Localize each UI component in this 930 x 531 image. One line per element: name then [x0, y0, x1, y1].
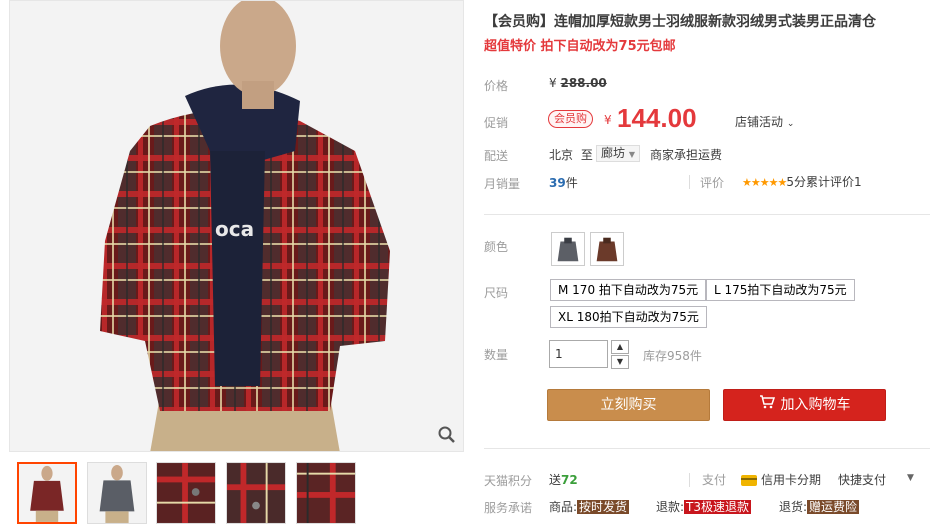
thumbnail-3[interactable]	[156, 462, 216, 524]
service-refund: 退货: 赠运费险	[779, 498, 860, 515]
quantity-input[interactable]: 1	[549, 340, 608, 368]
shipping-fee-note: 商家承担运费	[650, 148, 723, 162]
refund-tag[interactable]: 赠运费险	[807, 500, 860, 514]
return-tag[interactable]: T3极速退款	[684, 500, 752, 514]
promo-price: 144.00	[617, 103, 697, 133]
divider	[689, 473, 690, 487]
review-summary[interactable]: ★★★★★5分累计评价1	[742, 173, 862, 190]
destination-select[interactable]: 廊坊 ▼	[596, 145, 640, 162]
sales-label: 月销量	[484, 177, 521, 191]
price-label: 价格	[484, 79, 509, 93]
points-prefix: 送	[549, 473, 562, 487]
svg-text:oca: oca	[215, 217, 254, 241]
store-activity-label: 店铺活动	[735, 115, 784, 129]
color-label: 颜色	[484, 240, 509, 254]
stock-text: 库存958件	[643, 349, 702, 363]
credit-card-label: 信用卡分期	[761, 473, 822, 487]
size-label: 尺码	[484, 286, 509, 300]
payment-label: 支付	[702, 473, 727, 487]
member-badge: 会员购	[548, 110, 593, 128]
add-to-cart-button[interactable]: 加入购物车	[723, 389, 886, 421]
main-product-image[interactable]: oca	[9, 0, 464, 452]
currency-symbol: ¥	[549, 76, 557, 90]
credit-card-icon	[741, 475, 757, 486]
thumbnail-4[interactable]	[226, 462, 286, 524]
color-swatch-gray[interactable]	[551, 232, 585, 266]
shipping-label: 配送	[484, 149, 509, 163]
quantity-decrease-button[interactable]: ▼	[611, 355, 629, 369]
cart-icon	[759, 390, 775, 420]
credit-card-installment[interactable]: 信用卡分期	[741, 471, 821, 488]
separator	[484, 214, 930, 215]
refund-label: 退货:	[779, 500, 808, 514]
separator	[484, 448, 930, 449]
quantity-label: 数量	[484, 348, 509, 362]
caret-down-icon: ▼	[628, 150, 635, 159]
quick-pay[interactable]: 快捷支付	[838, 471, 886, 488]
goods-label: 商品:	[549, 500, 578, 514]
service-goods: 商品: 按时发货	[549, 498, 630, 515]
zoom-icon[interactable]	[437, 425, 457, 445]
buy-now-button[interactable]: 立刻购买	[547, 389, 710, 421]
rating-stars: ★★★★★	[742, 176, 787, 189]
chevron-down-icon: ⌄	[786, 119, 795, 129]
size-option-l[interactable]: L 175拍下自动改为75元	[706, 279, 855, 301]
shipping-to-word: 至	[580, 148, 593, 162]
shipping-from: 北京 至	[549, 146, 593, 163]
original-price-value: 288.00	[560, 76, 607, 90]
model-photo: oca	[10, 1, 463, 451]
points-info: 送72	[549, 471, 578, 488]
sales-count-unit: 件	[565, 176, 578, 190]
promo-currency: ¥	[604, 113, 612, 127]
sales-count-value: 39	[549, 176, 566, 190]
review-text: 5分累计评价1	[786, 175, 862, 189]
shipping-origin: 北京	[549, 148, 574, 162]
product-subtitle: 超值特价 拍下自动改为75元包邮	[484, 39, 676, 54]
divider	[689, 175, 690, 189]
service-label: 服务承诺	[484, 501, 533, 515]
thumbnail-2[interactable]	[87, 462, 147, 524]
size-option-xl[interactable]: XL 180拍下自动改为75元	[550, 306, 707, 328]
goods-tag[interactable]: 按时发货	[577, 500, 630, 514]
review-label: 评价	[700, 176, 725, 190]
original-price: ¥ 288.00	[549, 76, 607, 90]
product-title: 【会员购】连帽加厚短款男士羽绒服新款羽绒男式装男正品清仓	[484, 14, 876, 30]
points-label: 天猫积分	[484, 474, 533, 488]
store-activity-dropdown[interactable]: 店铺活动 ⌄	[735, 113, 794, 130]
promo-label: 促销	[484, 116, 509, 130]
add-to-cart-label: 加入购物车	[780, 397, 851, 413]
destination-value: 廊坊	[601, 146, 626, 160]
points-value: 72	[561, 473, 578, 487]
quantity-increase-button[interactable]: ▲	[611, 340, 629, 354]
return-label: 退款:	[656, 500, 685, 514]
size-option-m[interactable]: M 170 拍下自动改为75元	[550, 279, 707, 301]
color-swatch-brown[interactable]	[590, 232, 624, 266]
expand-icon[interactable]: ▼	[907, 473, 914, 483]
service-return: 退款: T3极速退款	[656, 498, 752, 515]
thumbnail-1[interactable]	[17, 462, 77, 524]
thumbnail-5[interactable]	[296, 462, 356, 524]
buy-now-label: 立刻购买	[600, 397, 657, 413]
sales-count: 39件	[549, 174, 578, 191]
